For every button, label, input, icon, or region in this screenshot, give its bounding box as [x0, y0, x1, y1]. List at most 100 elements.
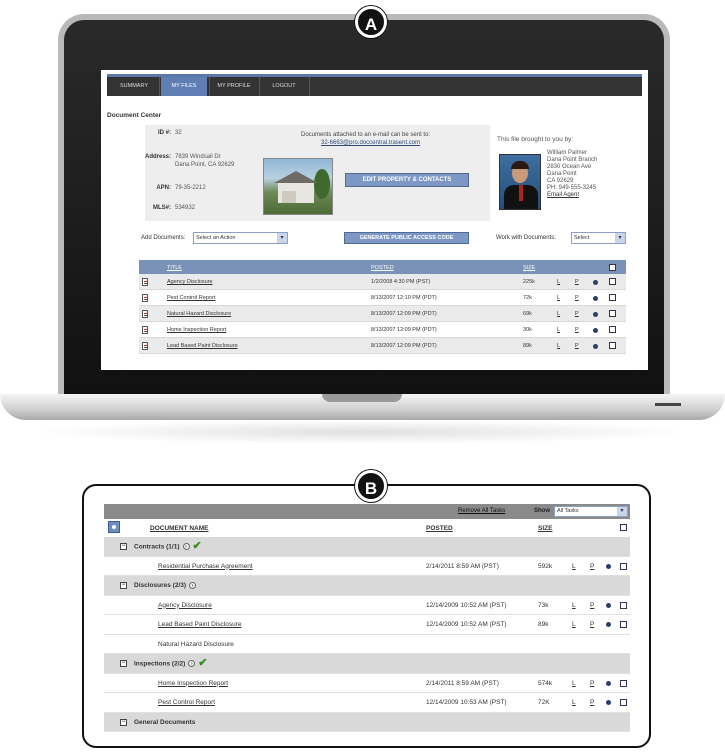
- table-header: TITLE POSTED SIZE: [139, 260, 626, 274]
- task-group-label: Disclosures (2/3): [134, 582, 187, 589]
- collapse-icon[interactable]: −: [120, 660, 127, 667]
- status-dot-icon[interactable]: [606, 563, 611, 569]
- action-l-link[interactable]: L: [572, 674, 576, 694]
- info-icon[interactable]: ›: [189, 581, 197, 589]
- column-size[interactable]: SIZE: [523, 265, 535, 271]
- status-dot-icon[interactable]: [593, 296, 598, 301]
- status-dot-icon[interactable]: [593, 280, 598, 285]
- edit-property-button[interactable]: EDIT PROPERTY & CONTACTS: [345, 173, 469, 187]
- agent-office: Dana Point Branch: [547, 157, 598, 163]
- row-checkbox[interactable]: [609, 278, 616, 285]
- table-row: Lead Based Paint Disclosure 8/13/2007 12:…: [139, 338, 626, 354]
- status-dot-icon[interactable]: [593, 328, 598, 333]
- action-l-link[interactable]: L: [557, 290, 560, 306]
- show-label: Show: [534, 508, 550, 514]
- action-l-link[interactable]: L: [572, 693, 576, 713]
- action-p-link[interactable]: P: [575, 322, 579, 338]
- action-p-link[interactable]: P: [590, 674, 594, 694]
- status-dot-icon[interactable]: [606, 602, 611, 608]
- action-p-link[interactable]: P: [575, 338, 579, 354]
- task-document-link[interactable]: Home Inspection Report: [158, 674, 228, 694]
- add-documents-value: Select an Action: [196, 235, 236, 241]
- select-all-checkbox[interactable]: [620, 524, 627, 531]
- column-size[interactable]: SIZE: [538, 525, 552, 532]
- action-p-link[interactable]: P: [575, 290, 579, 306]
- task-document-link[interactable]: Pest Control Report: [158, 693, 215, 713]
- document-icon: [142, 294, 148, 302]
- task-size: 574k: [538, 679, 553, 687]
- status-dot-icon[interactable]: [593, 312, 598, 317]
- document-title-link[interactable]: Lead Based Paint Disclosure: [167, 338, 238, 354]
- collapse-icon[interactable]: −: [120, 582, 127, 589]
- task-row: Natural Hazard Disclosure: [104, 635, 630, 654]
- task-group-row[interactable]: − Disclosures (2/3) ›: [104, 576, 630, 596]
- row-checkbox[interactable]: [620, 699, 627, 706]
- task-document-link[interactable]: Agency Disclosure: [158, 596, 212, 616]
- task-document-link[interactable]: Lead Based Paint Disclosure: [158, 615, 241, 635]
- task-row: Pest Control Report 12/14/2009 10:53 AM (…: [104, 693, 630, 713]
- action-p-link[interactable]: P: [590, 615, 594, 635]
- status-dot-icon[interactable]: [606, 700, 611, 705]
- document-title-link[interactable]: Pest Control Report: [167, 290, 215, 306]
- column-posted[interactable]: POSTED: [426, 525, 453, 532]
- collapse-icon[interactable]: −: [120, 543, 127, 550]
- task-group-row[interactable]: − Inspections (2/2) › ✔: [104, 654, 630, 674]
- info-icon[interactable]: ›: [188, 660, 196, 668]
- tab-logout[interactable]: LOGOUT: [261, 77, 307, 96]
- document-title-link[interactable]: Natural Hazard Disclosure: [167, 306, 231, 322]
- action-l-link[interactable]: L: [572, 557, 576, 577]
- action-l-link[interactable]: L: [557, 338, 560, 354]
- status-dot-icon[interactable]: [606, 622, 611, 627]
- status-dot-icon[interactable]: [606, 680, 611, 686]
- action-l-link[interactable]: L: [557, 322, 560, 338]
- action-p-link[interactable]: P: [590, 693, 594, 713]
- task-document-link[interactable]: Residential Purchase Agreement: [158, 557, 253, 577]
- action-p-link[interactable]: P: [590, 596, 594, 616]
- email-note: Documents attached to an e-mail can be s…: [301, 132, 431, 138]
- agent-zip: CA 92629: [547, 178, 574, 184]
- tab-summary[interactable]: SUMMARY: [111, 77, 157, 96]
- action-l-link[interactable]: L: [557, 274, 560, 290]
- action-l-link[interactable]: L: [572, 596, 576, 616]
- row-checkbox[interactable]: [620, 621, 627, 628]
- add-documents-select[interactable]: Select an Action ▾: [193, 232, 288, 244]
- generate-access-code-button[interactable]: GENERATE PUBLIC ACCESS CODE: [344, 232, 469, 244]
- action-p-link[interactable]: P: [575, 274, 579, 290]
- task-group-row[interactable]: − General Documents: [104, 712, 630, 732]
- row-checkbox[interactable]: [620, 679, 627, 687]
- row-checkbox[interactable]: [609, 310, 616, 317]
- collapse-icon[interactable]: −: [120, 718, 127, 726]
- status-dot-icon[interactable]: [593, 344, 598, 349]
- action-l-link[interactable]: L: [572, 615, 576, 635]
- row-checkbox[interactable]: [620, 601, 627, 609]
- action-p-link[interactable]: P: [575, 306, 579, 322]
- laptop-light: [655, 403, 681, 406]
- agent-photo: [499, 154, 541, 210]
- column-posted[interactable]: POSTED: [371, 265, 394, 271]
- expand-all-icon[interactable]: [108, 521, 120, 533]
- remove-all-tasks-link[interactable]: Remove All Tasks: [458, 508, 505, 514]
- info-icon[interactable]: ›: [182, 543, 190, 551]
- tab-my-files[interactable]: MY FILES: [161, 77, 207, 96]
- action-p-link[interactable]: P: [590, 557, 594, 577]
- tab-my-profile[interactable]: MY PROFILE: [211, 77, 257, 96]
- work-with-select[interactable]: Select ▾: [571, 232, 626, 244]
- agent-name: William Palmer: [547, 150, 588, 156]
- document-title-link[interactable]: Home Inspection Report: [167, 322, 226, 338]
- select-all-checkbox[interactable]: [609, 264, 616, 271]
- task-group-row[interactable]: − Contracts (1/1) › ✔: [104, 537, 630, 557]
- email-address-link[interactable]: 32-6663@pro.doccentral.trasent.com: [321, 140, 420, 147]
- row-checkbox[interactable]: [609, 342, 616, 349]
- task-posted: 2/14/2011 8:59 AM (PST): [426, 679, 499, 687]
- row-checkbox[interactable]: [620, 562, 627, 570]
- show-tasks-select[interactable]: All Tasks ▾: [554, 506, 628, 517]
- row-checkbox[interactable]: [609, 326, 616, 333]
- column-document-name[interactable]: DOCUMENT NAME: [150, 525, 209, 532]
- email-agent-link[interactable]: Email Agent: [547, 192, 579, 199]
- task-group-label: General Documents: [134, 718, 196, 726]
- action-l-link[interactable]: L: [557, 306, 560, 322]
- document-title-link[interactable]: Agency Disclosure: [167, 274, 213, 290]
- address-line1: 7839 Windsail Dr: [175, 154, 221, 160]
- column-title[interactable]: TITLE: [167, 265, 182, 271]
- row-checkbox[interactable]: [609, 294, 616, 301]
